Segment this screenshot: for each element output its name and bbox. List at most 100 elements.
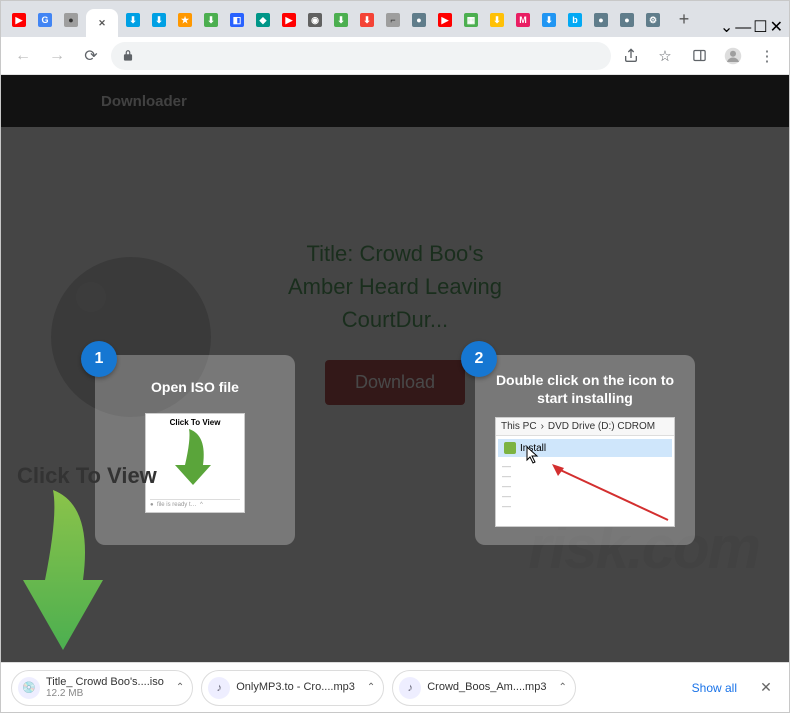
browser-tab[interactable]: ⬇	[200, 9, 222, 31]
download-arrow-icon	[23, 485, 113, 655]
browser-tab[interactable]: ⬇	[148, 9, 170, 31]
thumb-arrow-icon	[175, 427, 215, 487]
browser-tab[interactable]: ◧	[226, 9, 248, 31]
favicon: ⬇	[360, 13, 374, 27]
browser-tab[interactable]: ⬇	[122, 9, 144, 31]
browser-tab[interactable]: ✕	[86, 9, 118, 37]
favicon: ●	[64, 13, 78, 27]
browser-tab[interactable]: ●	[408, 9, 430, 31]
favicon: ⬇	[334, 13, 348, 27]
cursor-icon	[526, 446, 540, 464]
close-shelf-button[interactable]: ✕	[753, 675, 779, 701]
favicon: ◆	[256, 13, 270, 27]
step-1-thumbnail: Click To View ● file is ready t… ^	[145, 413, 245, 513]
breadcrumb-part: DVD Drive (D:) CDROM	[548, 421, 655, 432]
browser-tab[interactable]: ▶	[8, 9, 30, 31]
download-name: Crowd_Boos_Am....mp3	[427, 681, 546, 693]
download-item-text: OnlyMP3.to - Cro....mp3	[236, 681, 355, 693]
favicon: ●	[594, 13, 608, 27]
download-item[interactable]: 💿 Title_ Crowd Boo's....iso12.2 MB ⌃	[11, 670, 193, 706]
thumb-footer: ● file is ready t… ^	[150, 499, 240, 508]
star-icon[interactable]: ☆	[651, 42, 679, 70]
browser-window: ▶ G ● ✕ ⬇ ⬇ ★ ⬇ ◧ ◆ ▶ ◉ ⬇ ⬇ ⌐ ● ▶ ▦ ⬇ M ⬇ b ● ● ⚙ + ⌄ — ☐ ✕ ← → ⟳…	[0, 0, 790, 713]
step-1-badge: 1	[81, 341, 117, 377]
browser-tab[interactable]: ⬇	[538, 9, 560, 31]
audio-icon: ♪	[399, 677, 421, 699]
browser-tab[interactable]: G	[34, 9, 56, 31]
browser-tab[interactable]: M	[512, 9, 534, 31]
favicon: ⬇	[126, 13, 140, 27]
step-2-card: 2 Double click on the icon to start inst…	[475, 355, 695, 545]
favicon: ▶	[438, 13, 452, 27]
browser-tab[interactable]: ●	[616, 9, 638, 31]
favicon: ●	[412, 13, 426, 27]
browser-tab[interactable]: ●	[60, 9, 82, 31]
download-item-menu[interactable]: ⌃	[170, 682, 184, 693]
share-icon[interactable]	[617, 42, 645, 70]
breadcrumb-part: This PC	[501, 421, 537, 432]
browser-tab[interactable]: ▦	[460, 9, 482, 31]
download-item-text: Crowd_Boos_Am....mp3	[427, 681, 546, 693]
forward-button[interactable]: →	[43, 42, 71, 70]
red-arrow-icon	[550, 462, 670, 522]
explorer-breadcrumb: This PC › DVD Drive (D:) CDROM	[496, 418, 674, 436]
side-panel-icon[interactable]	[685, 42, 713, 70]
download-item-text: Title_ Crowd Boo's....iso12.2 MB	[46, 676, 164, 699]
step-2-thumbnail: This PC › DVD Drive (D:) CDROM Install —…	[495, 417, 675, 527]
favicon: ⬇	[152, 13, 166, 27]
browser-tab[interactable]: ⬇	[330, 9, 352, 31]
tab-strip: ▶ G ● ✕ ⬇ ⬇ ★ ⬇ ◧ ◆ ▶ ◉ ⬇ ⬇ ⌐ ● ▶ ▦ ⬇ M ⬇ b ● ● ⚙ + ⌄ — ☐ ✕	[1, 1, 789, 37]
profile-icon[interactable]	[719, 42, 747, 70]
favicon: ▶	[282, 13, 296, 27]
download-item-menu[interactable]: ⌃	[552, 682, 566, 693]
browser-tab[interactable]: ▶	[278, 9, 300, 31]
page-viewport: Downloader Title: Crowd Boo'sAmber Heard…	[1, 75, 789, 662]
audio-icon: ♪	[208, 677, 230, 699]
address-bar: ← → ⟳ ☆ ⋮	[1, 37, 789, 75]
back-button[interactable]: ←	[9, 42, 37, 70]
download-item[interactable]: ♪ OnlyMP3.to - Cro....mp3 ⌃	[201, 670, 384, 706]
favicon: M	[516, 13, 530, 27]
step-1-card: 1 Open ISO file Click To View ● file is …	[95, 355, 295, 545]
favicon: ◧	[230, 13, 244, 27]
step-2-title: Double click on the icon to start instal…	[489, 371, 681, 407]
maximize-button[interactable]: ☐	[753, 17, 767, 37]
favicon: G	[38, 13, 52, 27]
browser-tab[interactable]: ◉	[304, 9, 326, 31]
favicon: b	[568, 13, 582, 27]
step-1-title: Open ISO file	[151, 371, 239, 403]
show-all-button[interactable]: Show all	[684, 677, 745, 699]
favicon: ★	[178, 13, 192, 27]
chevron-right-icon: ›	[541, 421, 544, 432]
favicon: ▦	[464, 13, 478, 27]
menu-icon[interactable]: ⋮	[753, 42, 781, 70]
download-item[interactable]: ♪ Crowd_Boos_Am....mp3 ⌃	[392, 670, 576, 706]
new-tab-button[interactable]: +	[671, 6, 697, 32]
lock-icon	[121, 49, 135, 63]
favicon: ⌐	[386, 13, 400, 27]
favicon: ●	[620, 13, 634, 27]
favicon: ✕	[95, 16, 109, 30]
browser-tab[interactable]: ◆	[252, 9, 274, 31]
installer-icon	[504, 442, 516, 454]
minimize-button[interactable]: —	[735, 19, 751, 37]
download-size: 12.2 MB	[46, 688, 164, 699]
url-input[interactable]	[111, 42, 611, 70]
browser-tab[interactable]: ▶	[434, 9, 456, 31]
browser-tab[interactable]: ★	[174, 9, 196, 31]
favicon: ⬇	[542, 13, 556, 27]
reload-button[interactable]: ⟳	[77, 42, 105, 70]
favicon: ▶	[12, 13, 26, 27]
browser-tab[interactable]: ⚙	[642, 9, 664, 31]
download-item-menu[interactable]: ⌃	[361, 682, 375, 693]
favicon: ⬇	[204, 13, 218, 27]
browser-tab[interactable]: ●	[590, 9, 612, 31]
window-dropdown[interactable]: ⌄	[720, 17, 733, 37]
browser-tab[interactable]: b	[564, 9, 586, 31]
browser-tab[interactable]: ⬇	[486, 9, 508, 31]
close-window-button[interactable]: ✕	[770, 17, 783, 37]
browser-tab[interactable]: ⌐	[382, 9, 404, 31]
favicon: ⬇	[490, 13, 504, 27]
browser-tab[interactable]: ⬇	[356, 9, 378, 31]
disc-icon: 💿	[18, 677, 40, 699]
